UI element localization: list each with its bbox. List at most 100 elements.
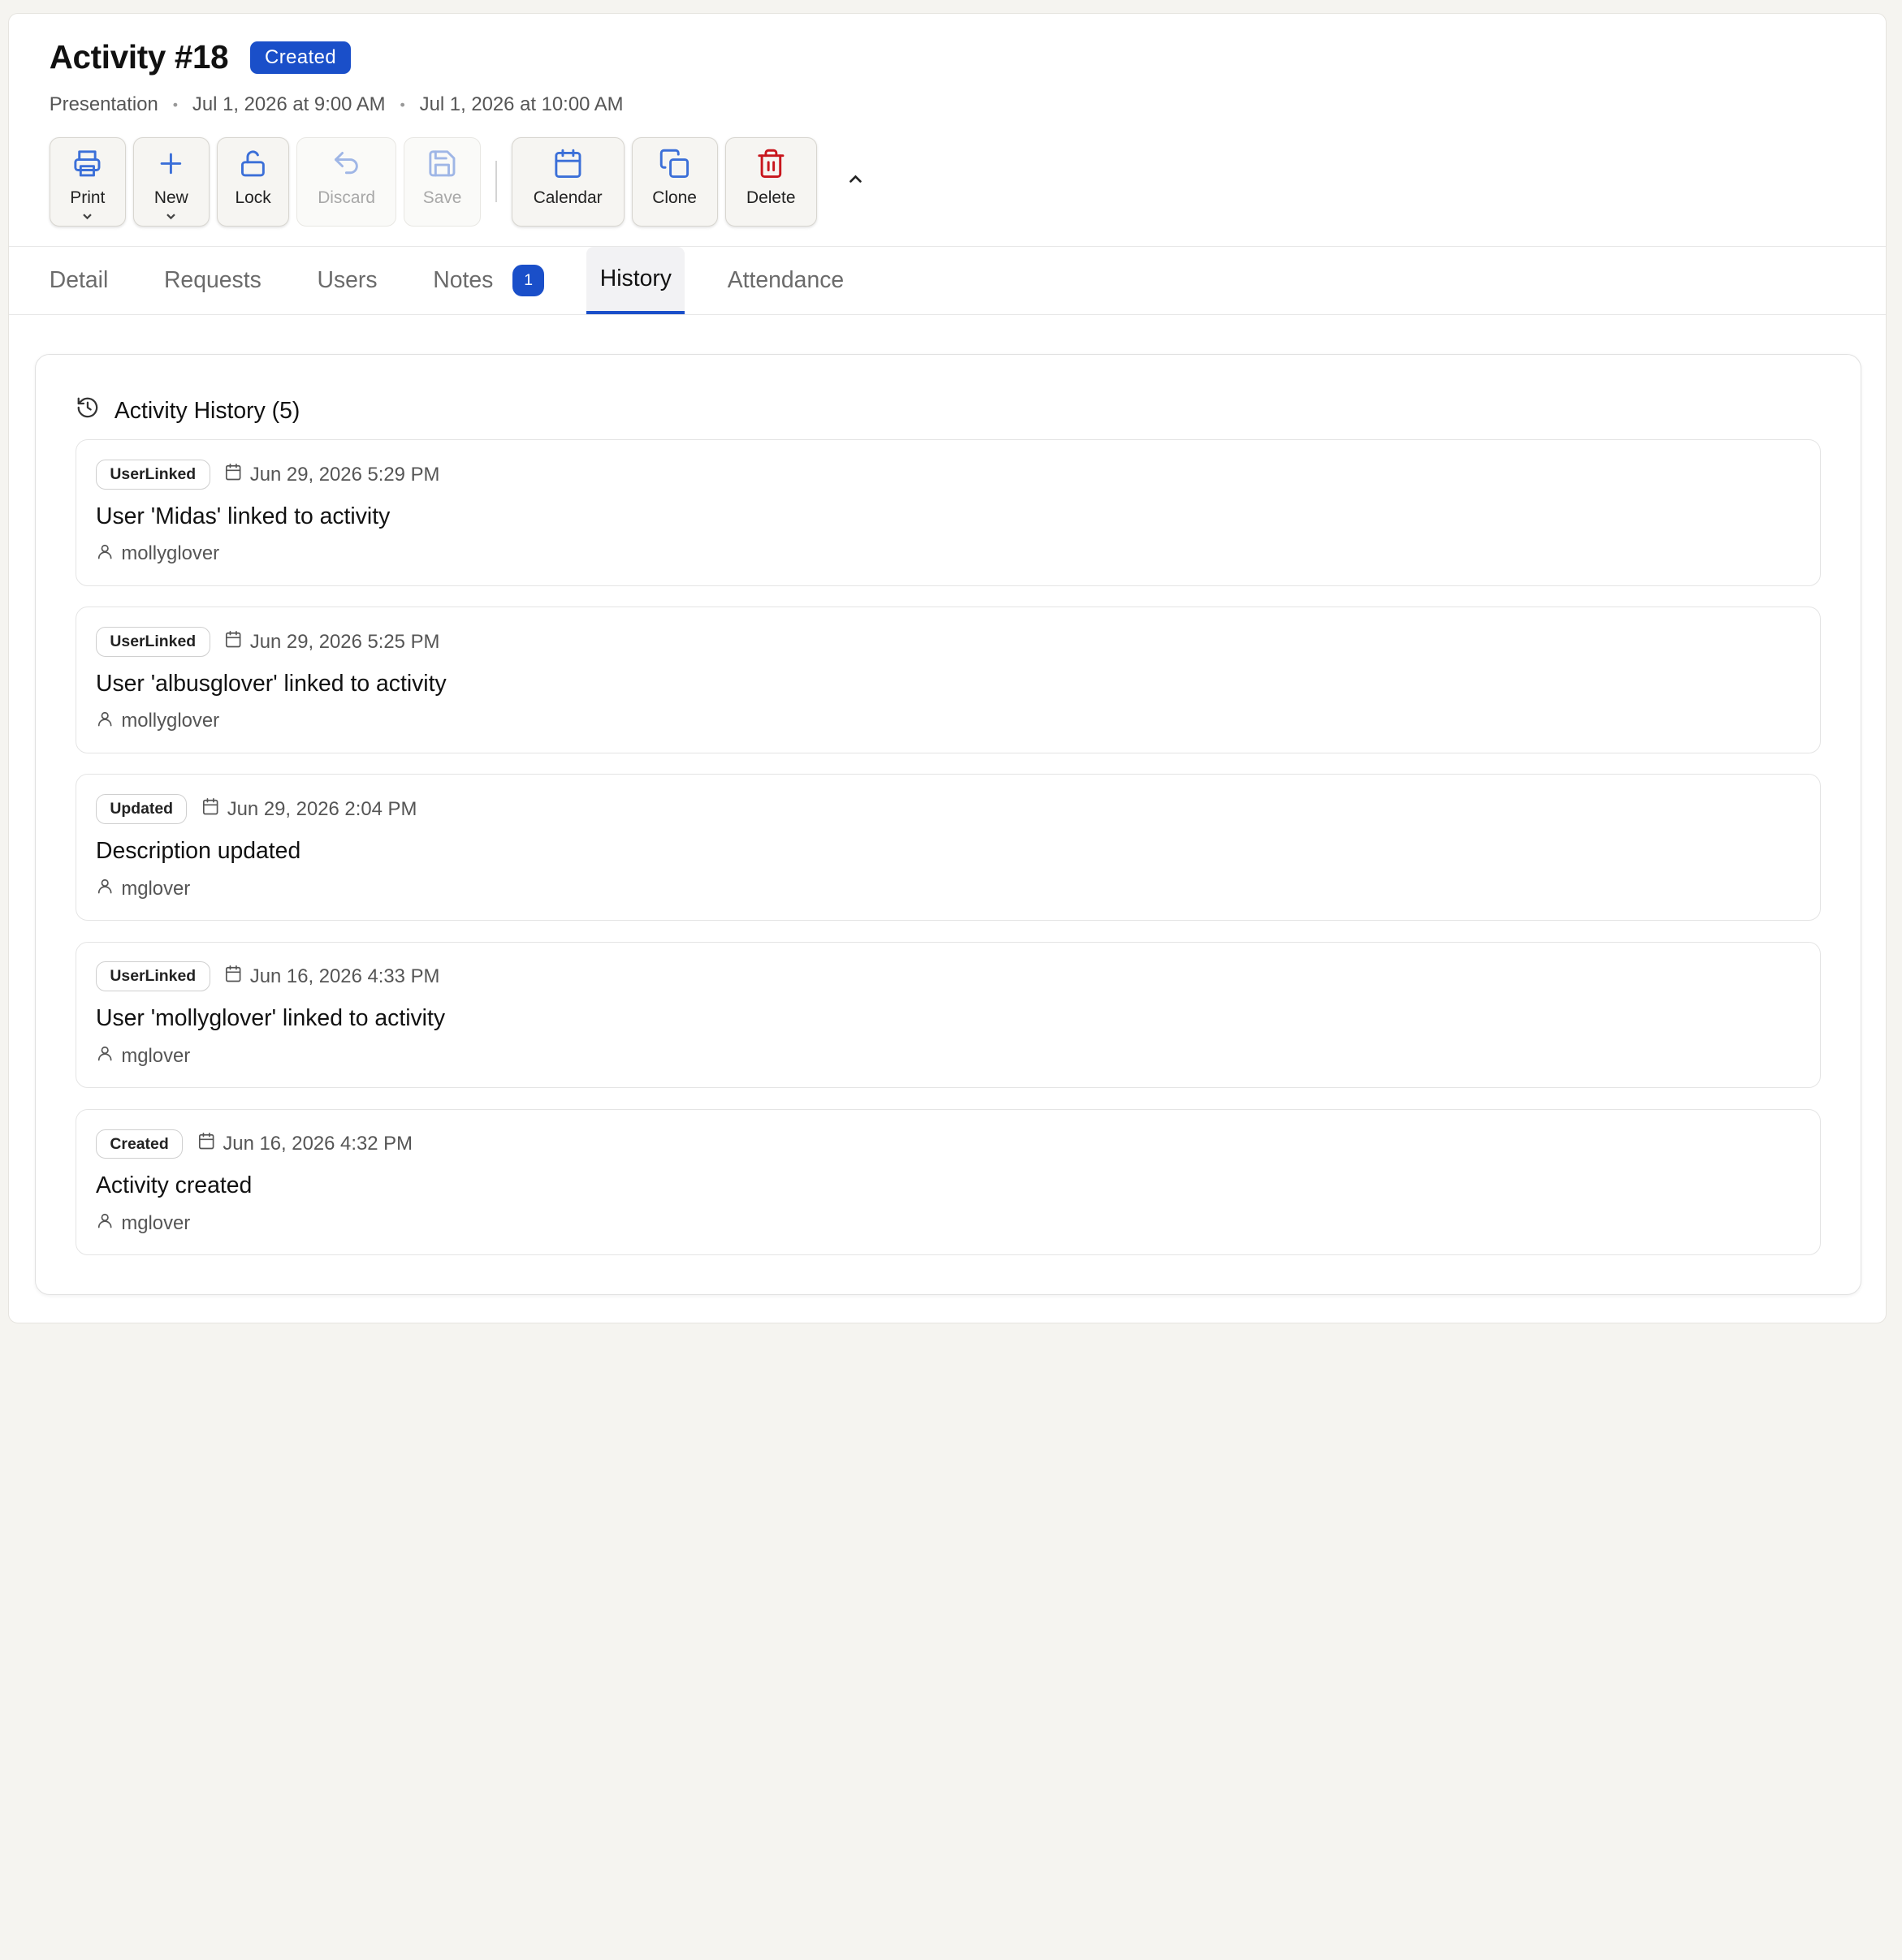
page-title: Activity #18 — [49, 38, 229, 76]
entry-date-text: Jun 29, 2026 5:25 PM — [249, 630, 440, 653]
delete-button[interactable]: Delete — [724, 136, 818, 227]
entry-description: User 'mollyglover' linked to activity — [95, 1005, 446, 1032]
tab-users[interactable]: Users — [317, 247, 377, 314]
entry-date-text: Jun 29, 2026 2:04 PM — [227, 797, 417, 820]
plus-icon — [155, 148, 187, 184]
discard-button[interactable]: Discard — [296, 136, 396, 227]
tab-attendance[interactable]: Attendance — [728, 247, 845, 314]
tab-history[interactable]: History — [586, 247, 685, 314]
entry-header: Created Jun 16, 2026 4:32 PM — [95, 1129, 413, 1159]
entry-user-name: mglover — [121, 877, 191, 900]
calendar-icon — [201, 797, 219, 821]
entry-header: UserLinked Jun 29, 2026 5:25 PM — [95, 627, 439, 658]
entry-user: mglover — [96, 1044, 190, 1068]
toolbar: Print New Lock Discard Save Calendar Clo… — [49, 136, 1846, 227]
history-entry: UserLinked Jun 29, 2026 5:25 PM User 'al… — [76, 607, 1822, 753]
history-entry: Updated Jun 29, 2026 2:04 PM Description… — [76, 774, 1822, 922]
new-button[interactable]: New — [132, 136, 210, 227]
history-icon — [76, 395, 100, 426]
lock-label: Lock — [235, 188, 271, 208]
entry-date: Jun 16, 2026 4:32 PM — [197, 1132, 413, 1155]
calendar-icon — [224, 630, 242, 654]
history-entry: UserLinked Jun 16, 2026 4:33 PM User 'mo… — [76, 941, 1822, 1089]
activity-start: Jul 1, 2026 at 9:00 AM — [192, 93, 386, 116]
entry-date: Jun 16, 2026 4:33 PM — [224, 965, 439, 988]
new-label: New — [153, 188, 188, 208]
activity-end: Jul 1, 2026 at 10:00 AM — [419, 93, 624, 116]
entry-type-badge: UserLinked — [95, 961, 210, 992]
entry-user-name: mglover — [121, 1044, 191, 1067]
entry-user: mglover — [96, 877, 190, 900]
entry-date-text: Jun 16, 2026 4:33 PM — [249, 965, 440, 987]
history-entry: UserLinked Jun 29, 2026 5:29 PM User 'Mi… — [76, 439, 1822, 586]
activity-history-card: Activity History (5) UserLinked Jun 29, … — [34, 353, 1862, 1295]
clone-label: Clone — [652, 188, 697, 208]
entry-user: mglover — [96, 1211, 190, 1235]
calendar-label: Calendar — [533, 188, 603, 208]
tab-requests[interactable]: Requests — [164, 247, 262, 314]
entry-description: User 'albusglover' linked to activity — [95, 670, 447, 697]
title-row: Activity #18 Created — [50, 38, 1846, 76]
tab-detail[interactable]: Detail — [50, 247, 109, 314]
entry-header: UserLinked Jun 29, 2026 5:29 PM — [95, 460, 439, 490]
chevron-down-icon — [81, 208, 93, 227]
print-label: Print — [70, 188, 106, 208]
entry-description: Activity created — [95, 1172, 253, 1199]
status-badge: Created — [250, 41, 352, 74]
entry-header: UserLinked Jun 16, 2026 4:33 PM — [95, 961, 439, 992]
trash-icon — [755, 148, 787, 184]
tab-label: Detail — [49, 267, 109, 293]
tab-label: Attendance — [727, 267, 845, 293]
user-icon — [96, 542, 114, 566]
activity-page: Activity #18 Created Presentation • Jul … — [8, 13, 1887, 1323]
entry-type-badge: Updated — [95, 794, 188, 825]
printer-icon — [71, 148, 103, 184]
entry-date-text: Jun 29, 2026 5:29 PM — [249, 463, 440, 486]
tab-label: Notes — [433, 267, 494, 293]
save-icon — [426, 148, 458, 184]
notes-count-badge: 1 — [512, 265, 545, 296]
entry-header: Updated Jun 29, 2026 2:04 PM — [95, 794, 417, 825]
user-icon — [96, 710, 114, 733]
entry-date: Jun 29, 2026 5:25 PM — [224, 630, 439, 654]
user-icon — [96, 877, 114, 900]
toolbar-divider — [495, 161, 497, 203]
tab-notes[interactable]: Notes 1 — [433, 247, 545, 314]
print-button[interactable]: Print — [49, 136, 126, 227]
calendar-icon — [197, 1132, 215, 1155]
delete-label: Delete — [746, 188, 796, 208]
calendar-icon — [224, 463, 242, 486]
entry-description: User 'Midas' linked to activity — [95, 503, 391, 529]
tab-label: Users — [317, 267, 378, 293]
entry-user-name: mollyglover — [121, 710, 220, 732]
entry-user-name: mollyglover — [121, 542, 220, 565]
entry-user: mollyglover — [96, 542, 219, 566]
entry-type-badge: UserLinked — [95, 627, 210, 658]
entry-date: Jun 29, 2026 5:29 PM — [224, 463, 439, 486]
entry-date: Jun 29, 2026 2:04 PM — [201, 797, 417, 821]
activity-meta: Presentation • Jul 1, 2026 at 9:00 AM • … — [50, 93, 1846, 116]
entry-type-badge: Created — [95, 1129, 184, 1159]
tab-bar: Detail Requests Users Notes 1 History At… — [9, 247, 1886, 315]
entry-description: Description updated — [95, 838, 301, 865]
clone-button[interactable]: Clone — [631, 136, 718, 227]
user-icon — [96, 1044, 114, 1068]
entry-user-name: mglover — [121, 1211, 191, 1234]
discard-label: Discard — [318, 188, 376, 208]
collapse-toolbar-button[interactable] — [841, 167, 871, 196]
entry-date-text: Jun 16, 2026 4:32 PM — [223, 1132, 413, 1155]
tab-label: History — [599, 266, 672, 291]
calendar-button[interactable]: Calendar — [511, 136, 625, 227]
lock-open-icon — [237, 148, 269, 184]
calendar-icon — [552, 148, 584, 184]
history-title: Activity History (5) — [114, 397, 300, 424]
lock-button[interactable]: Lock — [216, 136, 290, 227]
activity-header: Activity #18 Created Presentation • Jul … — [9, 14, 1886, 248]
activity-type: Presentation — [49, 93, 158, 116]
history-heading: Activity History (5) — [76, 395, 300, 426]
meta-separator: • — [400, 96, 405, 113]
calendar-icon — [224, 965, 242, 988]
undo-icon — [331, 148, 362, 184]
save-button[interactable]: Save — [403, 136, 482, 227]
copy-icon — [659, 148, 690, 184]
